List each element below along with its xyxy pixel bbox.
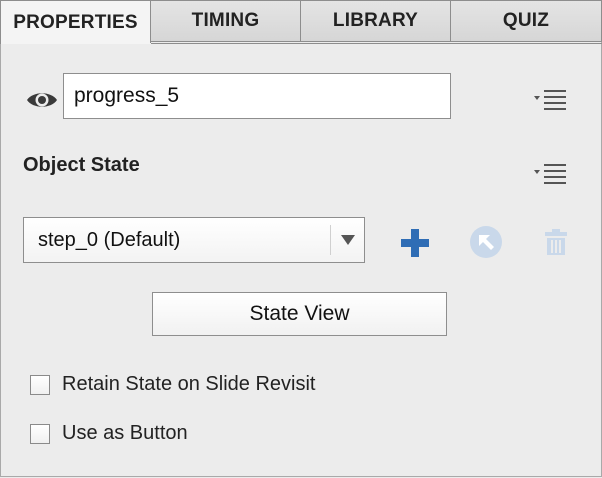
tab-timing[interactable]: TIMING [151,0,301,42]
state-select-value: step_0 (Default) [38,229,181,251]
tab-bar: PROPERTIES TIMING LIBRARY QUIZ [0,0,602,44]
tab-quiz[interactable]: QUIZ [451,0,602,42]
retain-state-option[interactable]: Retain State on Slide Revisit [30,373,315,396]
use-as-button-option[interactable]: Use as Button [30,422,188,445]
state-select[interactable]: step_0 (Default) [23,217,365,263]
trash-icon[interactable] [543,228,569,256]
retain-state-checkbox[interactable] [30,374,50,395]
use-as-button-checkbox[interactable] [30,423,50,444]
name-options-menu-icon[interactable] [532,88,568,112]
eye-icon[interactable] [26,90,58,110]
plus-icon[interactable] [400,228,430,258]
state-view-button[interactable]: State View [152,292,447,336]
object-name-input[interactable] [63,73,451,119]
state-options-menu-icon[interactable] [532,162,568,186]
chevron-down-icon [341,235,355,245]
tab-library[interactable]: LIBRARY [301,0,451,42]
object-state-heading: Object State [23,154,140,176]
arrow-up-left-circle-icon[interactable] [468,224,504,260]
use-as-button-label: Use as Button [62,422,188,444]
tab-properties[interactable]: PROPERTIES [0,0,151,44]
tab-divider [0,43,602,44]
select-divider [330,225,331,255]
retain-state-label: Retain State on Slide Revisit [62,373,316,395]
